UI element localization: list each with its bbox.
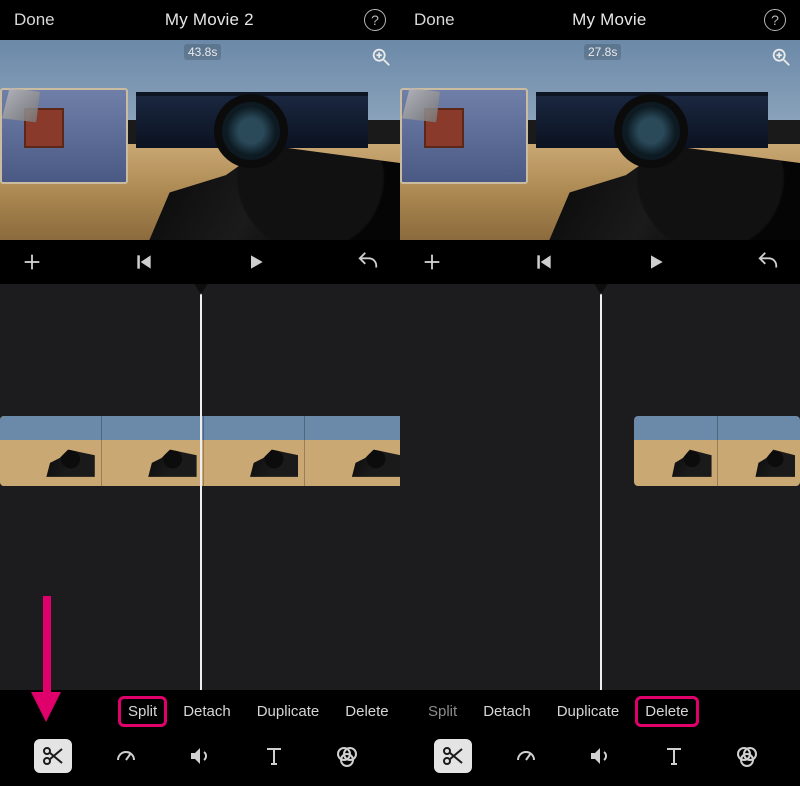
help-icon: ? (371, 12, 379, 28)
project-title: My Movie 2 (55, 10, 364, 30)
video-preview[interactable]: 27.8s (400, 40, 800, 240)
clip-actions: Split Detach Duplicate Delete (0, 690, 400, 732)
speed-tool[interactable] (507, 739, 545, 773)
volume-tool[interactable] (181, 739, 219, 773)
undo-icon (357, 251, 379, 273)
playhead[interactable] (200, 284, 202, 690)
playhead[interactable] (600, 284, 602, 690)
split-button[interactable]: Split (122, 700, 163, 723)
timestamp-label: 27.8s (584, 44, 621, 60)
timeline[interactable] (400, 284, 800, 690)
text-icon (662, 744, 686, 768)
titles-tool[interactable] (655, 739, 693, 773)
magnify-icon (770, 46, 792, 68)
timestamp-label: 43.8s (184, 44, 221, 60)
detach-button[interactable]: Detach (177, 700, 237, 723)
detach-button[interactable]: Detach (477, 700, 537, 723)
scissors-tool[interactable] (434, 739, 472, 773)
scissors-icon (41, 744, 65, 768)
filters-tool[interactable] (328, 739, 366, 773)
toolbar (400, 732, 800, 786)
done-button[interactable]: Done (414, 10, 455, 30)
transport-bar (0, 240, 400, 284)
filters-icon (735, 744, 759, 768)
zoom-button[interactable] (370, 46, 392, 68)
app-root: Done My Movie 2 ? 43.8s (0, 0, 800, 786)
undo-button[interactable] (754, 248, 782, 276)
speedometer-icon (514, 744, 538, 768)
duplicate-button[interactable]: Duplicate (551, 700, 626, 723)
volume-icon (188, 744, 212, 768)
preview-scope (214, 94, 288, 168)
add-media-button[interactable] (418, 248, 446, 276)
timeline-clip[interactable] (634, 416, 800, 486)
filters-tool[interactable] (728, 739, 766, 773)
filters-icon (335, 744, 359, 768)
project-title: My Movie (455, 10, 764, 30)
clip-actions: Split Detach Duplicate Delete (400, 690, 800, 732)
volume-icon (588, 744, 612, 768)
play-button[interactable] (642, 248, 670, 276)
skip-start-button[interactable] (530, 248, 558, 276)
preview-scope (614, 94, 688, 168)
scissors-icon (441, 744, 465, 768)
toolbar (0, 732, 400, 786)
header: Done My Movie ? (400, 0, 800, 40)
duplicate-button[interactable]: Duplicate (251, 700, 326, 723)
zoom-button[interactable] (770, 46, 792, 68)
scissors-tool[interactable] (34, 739, 72, 773)
video-preview[interactable]: 43.8s (0, 40, 400, 240)
skip-back-icon (534, 252, 554, 272)
timeline[interactable] (0, 284, 400, 690)
clip-frames (634, 416, 800, 486)
help-button[interactable]: ? (364, 9, 386, 31)
play-icon (246, 252, 266, 272)
plus-icon (421, 251, 443, 273)
titles-tool[interactable] (255, 739, 293, 773)
play-icon (646, 252, 666, 272)
delete-button[interactable]: Delete (639, 700, 694, 723)
magnify-icon (370, 46, 392, 68)
skip-start-button[interactable] (130, 248, 158, 276)
pane-right: Done My Movie ? 27.8s (400, 0, 800, 786)
split-button[interactable]: Split (422, 700, 463, 723)
skip-back-icon (134, 252, 154, 272)
delete-button[interactable]: Delete (339, 700, 394, 723)
add-media-button[interactable] (18, 248, 46, 276)
done-button[interactable]: Done (14, 10, 55, 30)
volume-tool[interactable] (581, 739, 619, 773)
pane-left: Done My Movie 2 ? 43.8s (0, 0, 400, 786)
undo-icon (757, 251, 779, 273)
help-icon: ? (771, 12, 779, 28)
speedometer-icon (114, 744, 138, 768)
play-button[interactable] (242, 248, 270, 276)
help-button[interactable]: ? (764, 9, 786, 31)
speed-tool[interactable] (107, 739, 145, 773)
undo-button[interactable] (354, 248, 382, 276)
text-icon (262, 744, 286, 768)
plus-icon (21, 251, 43, 273)
header: Done My Movie 2 ? (0, 0, 400, 40)
transport-bar (400, 240, 800, 284)
